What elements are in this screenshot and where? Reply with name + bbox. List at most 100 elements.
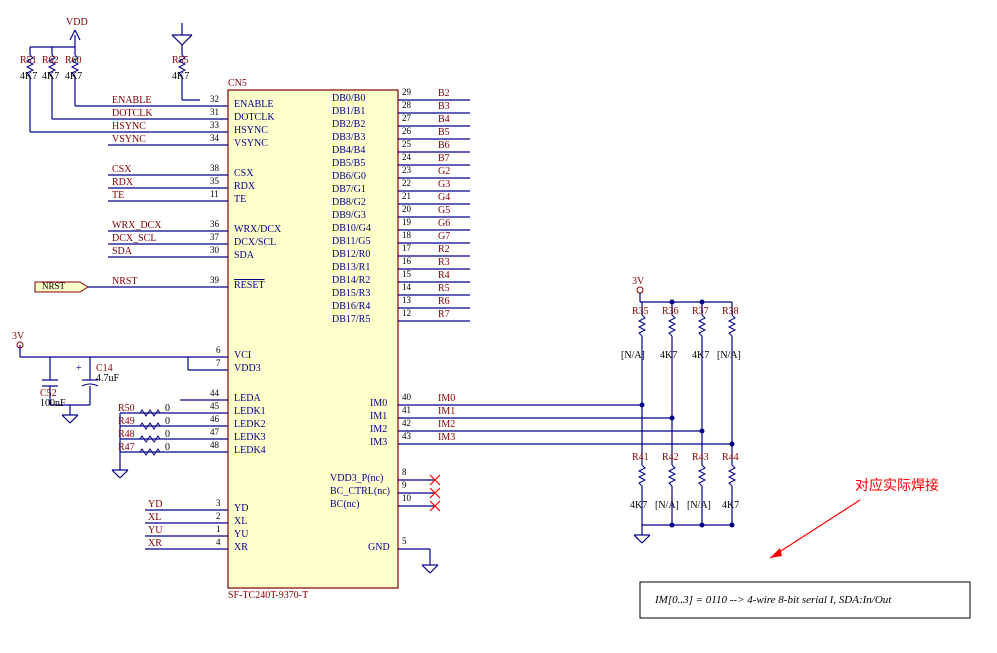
lbl-BC_CTRL(nc): BC_CTRL(nc) [330,486,390,497]
net-dcx: DCX_SCL [112,233,156,244]
r37-ref: R37 [692,306,709,317]
num-hsync: 33 [210,120,219,130]
lbl-xl: XL [234,516,247,527]
r47-ref: R47 [118,442,135,453]
lbl-te: TE [234,194,246,205]
num-DB3/B3: 26 [402,126,411,136]
num-IM0: 40 [402,392,411,402]
im-network [634,287,735,543]
r55-ref: R55 [172,55,189,66]
num-DB9/G3: 20 [402,204,411,214]
r35-val: [N/A] [621,350,645,361]
lbl-xr: XR [234,542,248,553]
c14-plus: + [76,363,82,374]
num-yu: 1 [216,524,221,534]
net-xr: XR [148,538,162,549]
num-vsync: 34 [210,133,219,143]
num-DB12/R0: 17 [402,243,411,253]
net-R3: R3 [438,257,450,268]
r42-val: [N/A] [655,500,679,511]
lbl-DB17/R5: DB17/R5 [332,314,370,325]
net-G2: G2 [438,166,450,177]
r55-val: 4K7 [172,71,189,82]
lbl-yd: YD [234,503,248,514]
num-DB0/B0: 29 [402,87,411,97]
r44-val: 4K7 [722,500,739,511]
annotation-text: 对应实际焊接 [855,475,939,495]
net-G6: G6 [438,218,450,229]
lbl-DB8/G2: DB8/G2 [332,197,366,208]
num-wrx: 36 [210,219,219,229]
r41-val: 4K7 [630,500,647,511]
r51-ref: R51 [20,55,37,66]
r37-val: 4K7 [692,350,709,361]
lbl-DB14/R2: DB14/R2 [332,275,370,286]
r51-val: 4K7 [20,71,37,82]
lbl-DB7/G1: DB7/G1 [332,184,366,195]
lbl-DB5/B5: DB5/B5 [332,158,365,169]
net-IM2: IM2 [438,419,455,430]
r36-ref: R36 [662,306,679,317]
num-DB10/G4: 19 [402,217,411,227]
num-DB16/R4: 13 [402,295,411,305]
net-rdx: RDX [112,177,133,188]
num-IM2: 42 [402,418,411,428]
net-B2: B2 [438,88,450,99]
r62-val: 4K7 [42,71,59,82]
lbl-lk3: LEDK3 [234,432,266,443]
ic-ref: CN5 [228,78,247,89]
c52-val: 100nF [40,398,66,409]
v3-label-right: 3V [632,276,644,287]
num-DB8/G2: 21 [402,191,411,201]
num-csx: 38 [210,163,219,173]
lbl-IM2: IM2 [370,424,387,435]
net-vsync: VSYNC [112,134,146,145]
lbl-hsync: HSYNC [234,125,268,136]
num-DB7/G1: 22 [402,178,411,188]
r60-ref: R60 [65,55,82,66]
net-R5: R5 [438,283,450,294]
lbl-DB15/R3: DB15/R3 [332,288,370,299]
lbl-gnd: GND [368,542,390,553]
num-nrst: 39 [210,275,219,285]
lbl-leda: LEDA [234,393,261,404]
r48-ref: R48 [118,429,135,440]
num-DB17/R5: 12 [402,308,411,318]
num-BC(nc): 10 [402,493,411,503]
net-IM0: IM0 [438,393,455,404]
num-xl: 2 [216,511,221,521]
r36-val: 4K7 [660,350,677,361]
lbl-csx: CSX [234,168,253,179]
net-R4: R4 [438,270,450,281]
net-B3: B3 [438,101,450,112]
net-R2: R2 [438,244,450,255]
lbl-rdx: RDX [234,181,255,192]
num-lk4: 48 [210,440,219,450]
lbl-sda: SDA [234,250,254,261]
num-leda: 44 [210,388,219,398]
net-sda: SDA [112,246,132,257]
net-xl: XL [148,512,161,523]
r50-ref: R50 [118,403,135,414]
lbl-lk2: LEDK2 [234,419,266,430]
net-csx: CSX [112,164,131,175]
num-BC_CTRL(nc): 9 [402,480,407,490]
net-hsync: HSYNC [112,121,146,132]
net-wrx: WRX_DCX [112,220,161,231]
num-DB5/B5: 24 [402,152,411,162]
num-te: 11 [210,189,219,199]
num-DB15/R3: 14 [402,282,411,292]
nrst-port-text: NRST [42,281,65,291]
r50-val: 0 [165,403,170,414]
lbl-VDD3_P(nc): VDD3_P(nc) [330,473,383,484]
r38-ref: R38 [722,306,739,317]
lbl-lk1: LEDK1 [234,406,266,417]
net-B7: B7 [438,153,450,164]
ic-part: SF-TC240T-9370-T [228,590,308,601]
net-R6: R6 [438,296,450,307]
num-rdx: 35 [210,176,219,186]
lbl-IM1: IM1 [370,411,387,422]
lbl-IM3: IM3 [370,437,387,448]
r49-ref: R49 [118,416,135,427]
net-IM1: IM1 [438,406,455,417]
